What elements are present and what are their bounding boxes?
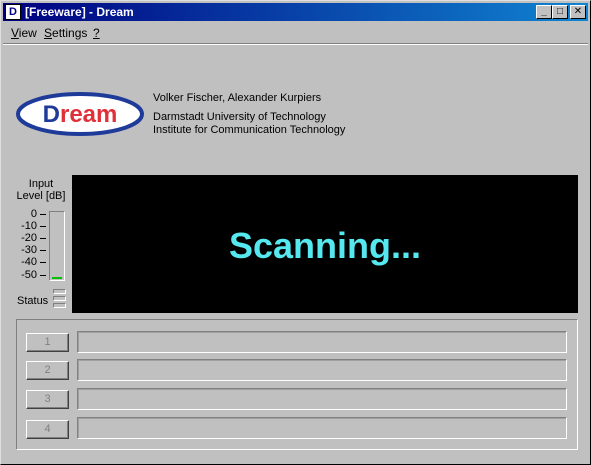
service-label-field-2: [77, 359, 567, 381]
institute-text: Institute for Communication Technology: [153, 124, 346, 136]
menu-view-accel: V: [11, 26, 19, 40]
close-button[interactable]: ✕: [570, 5, 586, 19]
level-tick-label: 0: [30, 208, 37, 220]
minimize-button[interactable]: _: [536, 5, 552, 19]
university-text: Darmstadt University of Technology: [153, 111, 326, 123]
title-bar[interactable]: D [Freeware] - Dream _ □ ✕: [3, 3, 588, 21]
menu-settings[interactable]: Settings: [44, 26, 87, 40]
svg-text:Dream: Dream: [43, 101, 118, 128]
level-tick-label: -10: [21, 220, 37, 232]
status-led-3: [53, 303, 66, 308]
service-button-2[interactable]: 2: [26, 361, 69, 380]
menu-help[interactable]: ?: [93, 26, 100, 40]
menu-help-accel: ?: [93, 26, 100, 40]
level-tick-label: -50: [21, 269, 37, 281]
level-tick-label: -40: [21, 256, 37, 268]
level-tick-label: -20: [21, 232, 37, 244]
level-tick-mark: [40, 250, 46, 251]
service-button-1[interactable]: 1: [26, 333, 69, 352]
authors-text: Volker Fischer, Alexander Kurpiers: [153, 92, 322, 104]
level-tick-label: -30: [21, 244, 37, 256]
input-level-label-line1: Input: [28, 178, 54, 190]
service-button-3[interactable]: 3: [26, 390, 69, 409]
main-window: D [Freeware] - Dream _ □ ✕ View Settings…: [0, 0, 591, 465]
status-led-2: [53, 296, 66, 301]
dream-logo: Dream: [16, 92, 144, 136]
level-tick-mark: [40, 262, 46, 263]
service-button-4[interactable]: 4: [26, 420, 69, 439]
service-label-field-1: [77, 331, 567, 353]
menu-separator: [3, 43, 588, 45]
menu-bar: View Settings ?: [3, 23, 588, 43]
input-level-meter-fill: [52, 277, 62, 279]
service-label-field-3: [77, 388, 567, 410]
menu-view-rest: iew: [18, 26, 37, 40]
level-tick-mark: [40, 226, 46, 227]
menu-view[interactable]: View: [11, 26, 37, 40]
menu-settings-accel: S: [44, 26, 53, 40]
level-tick-mark: [40, 238, 46, 239]
service-label-field-4: [77, 417, 567, 439]
maximize-button[interactable]: □: [552, 5, 568, 19]
display-status-text: Scanning...: [228, 225, 422, 266]
status-led-1: [53, 289, 66, 294]
input-level-label-line2: Level [dB]: [16, 190, 66, 202]
window-title: [Freeware] - Dream: [25, 5, 134, 19]
menu-settings-rest: ettings: [52, 26, 88, 40]
input-level-meter: [49, 211, 65, 281]
level-tick-mark: [40, 275, 46, 276]
status-label: Status: [17, 295, 49, 307]
app-icon[interactable]: D: [5, 4, 21, 20]
level-tick-mark: [40, 214, 46, 215]
main-display: Scanning...: [72, 175, 578, 313]
